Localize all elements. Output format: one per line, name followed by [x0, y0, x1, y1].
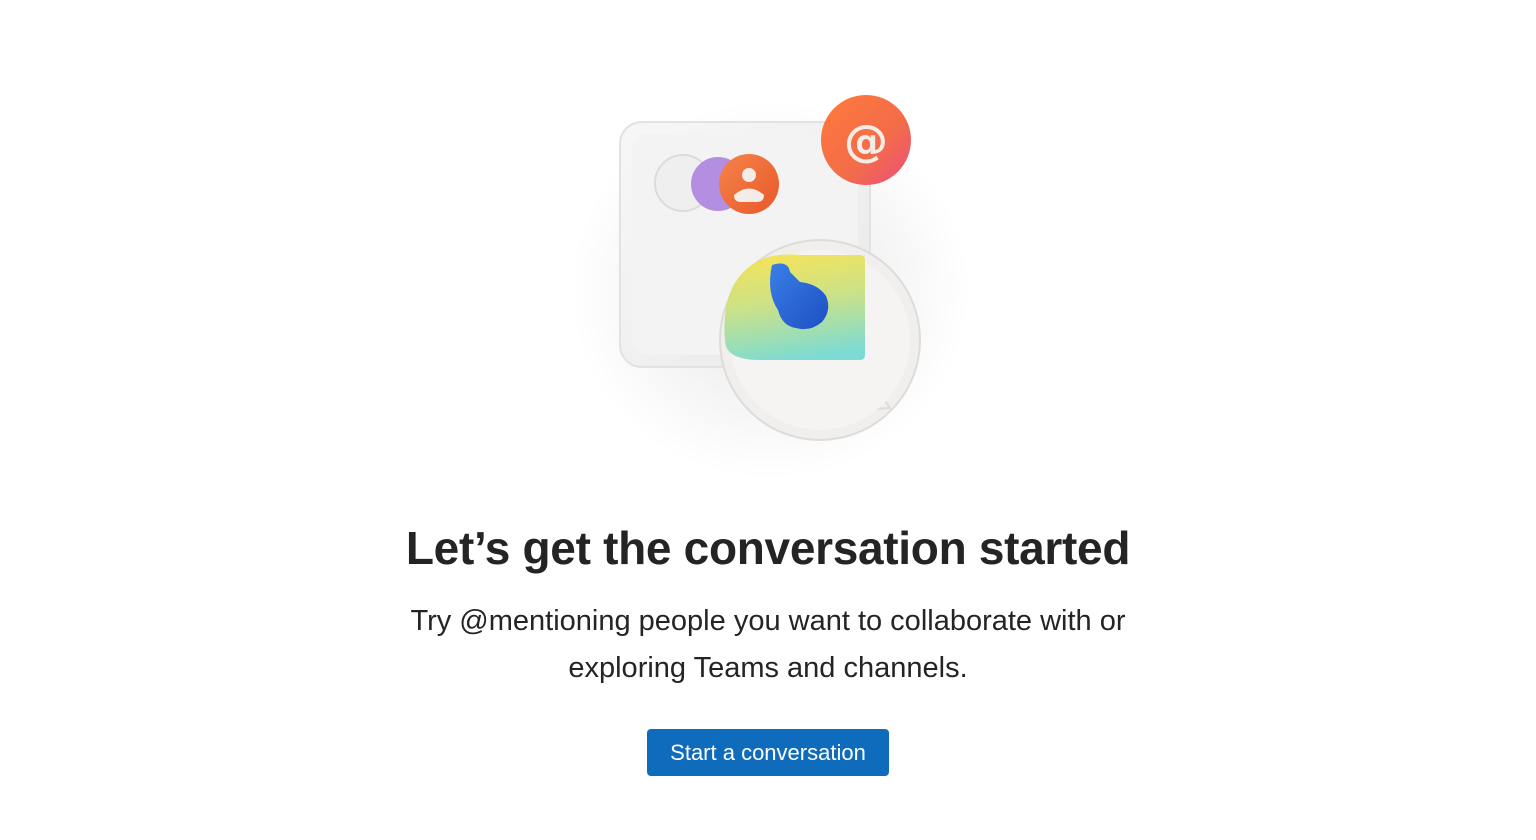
chat-mention-illustration-icon: @: [560, 60, 980, 480]
page-subtitle: Try @mentioning people you want to colla…: [410, 605, 1126, 684]
svg-text:@: @: [844, 116, 888, 167]
start-conversation-button[interactable]: Start a conversation: [647, 729, 889, 776]
page-title: Let’s get the conversation started: [405, 522, 1131, 574]
